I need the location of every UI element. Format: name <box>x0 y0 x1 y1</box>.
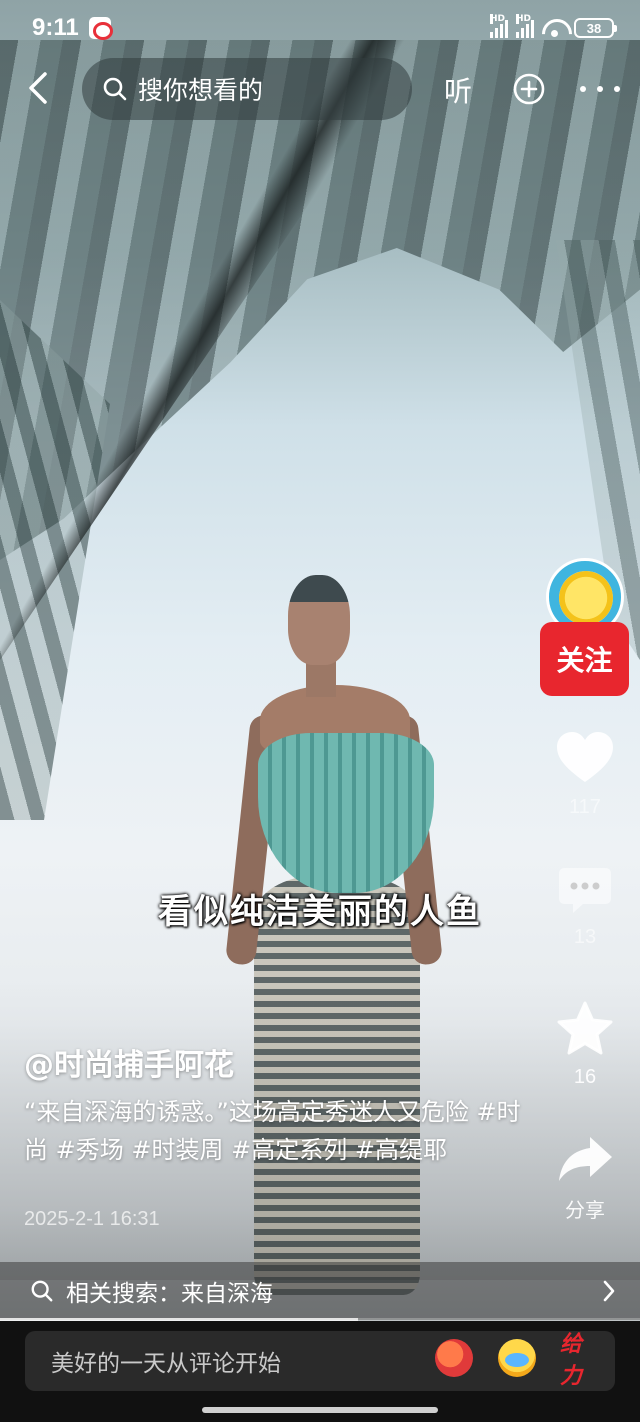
dot-icon <box>597 86 603 92</box>
battery-icon: 38 <box>574 18 617 38</box>
share-arrow-icon <box>559 1137 612 1181</box>
like-button[interactable]: 117 <box>548 730 622 819</box>
share-label: 分享 <box>565 1200 605 1222</box>
head-shape <box>288 575 350 665</box>
home-indicator[interactable] <box>202 1407 438 1413</box>
dot-icon <box>614 86 620 92</box>
sticker-label: 给力 <box>560 1332 583 1389</box>
favorite-count: 16 <box>573 1066 597 1088</box>
post-description: “来自深海的诱惑。”这场高定秀迷人又危险 #时尚 #秀场 #时装周 #高定系列 … <box>24 1098 521 1164</box>
wifi-icon <box>542 19 566 37</box>
video-caption: 看似纯洁美丽的人鱼 <box>158 892 482 932</box>
author-name[interactable]: @时尚捕手阿花 <box>24 1040 234 1084</box>
chevron-right-icon <box>603 1280 615 1302</box>
status-bar: 9:11 HD HD 38 <box>0 0 640 56</box>
more-button[interactable] <box>580 72 620 106</box>
search-input[interactable]: 搜你想看的 <box>82 58 412 120</box>
comment-placeholder: 美好的一天从评论开始 <box>51 1351 281 1377</box>
like-count: 117 <box>569 796 601 818</box>
battery-level: 38 <box>586 20 602 36</box>
top-bar: 搜你想看的 听 <box>0 58 640 120</box>
network-label: HD <box>516 14 532 24</box>
bottom-bar: 美好的一天从评论开始 给力 <box>0 1321 640 1422</box>
rooster-emoji-icon[interactable] <box>435 1339 473 1377</box>
follow-button[interactable]: 关注 <box>540 622 629 696</box>
search-placeholder: 搜你想看的 <box>138 76 264 105</box>
related-search-bar[interactable]: 相关搜索：来自深海 <box>0 1262 640 1320</box>
post-date: 2025-2-1 16:31 <box>24 1208 160 1230</box>
dot-icon <box>580 86 586 92</box>
awesome-sticker-icon[interactable]: 给力 <box>560 1332 598 1389</box>
plus-circle-icon <box>513 73 545 105</box>
back-button[interactable] <box>18 68 58 108</box>
carrier-app-icon <box>88 17 113 40</box>
star-icon <box>557 1001 613 1055</box>
share-button[interactable]: 分享 <box>548 1134 622 1223</box>
add-button[interactable] <box>512 72 546 106</box>
status-time: 9:11 <box>32 14 79 41</box>
search-icon <box>103 77 127 101</box>
network-label: HD <box>490 14 506 24</box>
crying-emoji-icon[interactable] <box>498 1339 536 1377</box>
favorite-button[interactable]: 16 <box>548 1000 622 1089</box>
signal-icon: HD <box>490 14 508 38</box>
heart-icon <box>557 732 613 782</box>
lemon-avatar-image <box>559 571 613 625</box>
curtain-fold-image <box>0 40 420 660</box>
related-search-label: 相关搜索：来自深海 <box>66 1281 273 1307</box>
search-icon <box>31 1280 53 1302</box>
listen-button[interactable]: 听 <box>444 70 472 110</box>
signal-icon: HD <box>516 14 534 38</box>
chevron-left-icon <box>29 72 47 104</box>
